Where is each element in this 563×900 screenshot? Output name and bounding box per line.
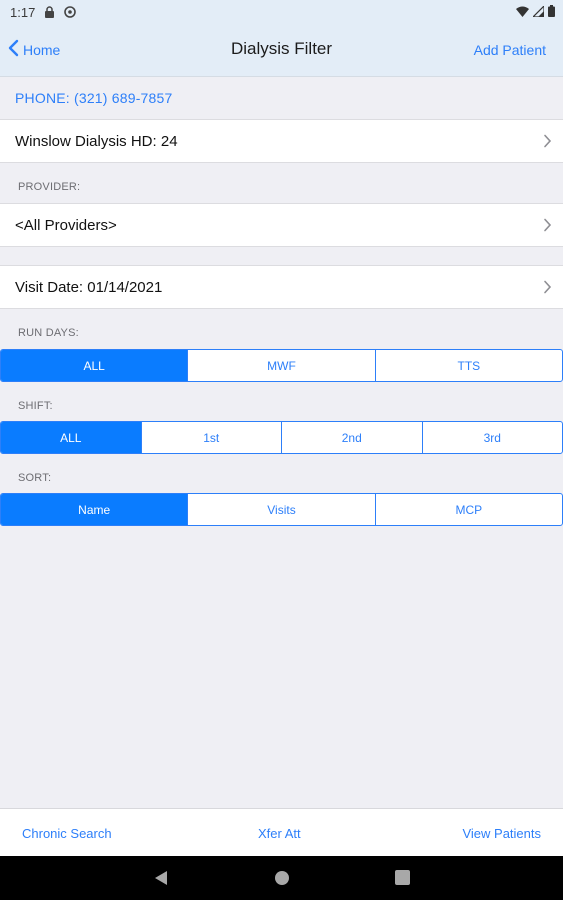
facility-row[interactable]: Winslow Dialysis HD: 24 (0, 119, 563, 163)
phone-number-link[interactable]: PHONE: (321) 689-7857 (15, 90, 173, 106)
shift-option-2nd[interactable]: 2nd (281, 422, 422, 453)
nav-bar: Home Dialysis Filter Add Patient (0, 26, 563, 77)
android-recents-icon[interactable] (395, 870, 410, 890)
sort-option-visits[interactable]: Visits (187, 494, 374, 525)
run-days-option-tts[interactable]: TTS (374, 350, 562, 381)
run-days-option-mwf[interactable]: MWF (187, 350, 374, 381)
xfer-att-button[interactable]: Xfer Att (258, 826, 301, 841)
android-home-icon[interactable] (274, 870, 290, 891)
shift-option-all[interactable]: ALL (1, 422, 141, 453)
run-days-section-label: RUN DAYS: (18, 327, 79, 339)
run-days-segmented-control: ALL MWF TTS (0, 349, 563, 382)
sort-section-label: SORT: (18, 472, 52, 484)
android-back-icon[interactable] (154, 870, 168, 891)
wifi-icon (516, 5, 529, 20)
chevron-right-icon (543, 280, 552, 299)
add-patient-button[interactable]: Add Patient (474, 42, 546, 58)
screen: 1:17 Home Dialysis Filter Add Patient PH… (0, 0, 563, 900)
facility-label: Winslow Dialysis HD: 24 (15, 133, 178, 150)
bottom-toolbar: Chronic Search Xfer Att View Patients (0, 808, 563, 856)
view-patients-button[interactable]: View Patients (462, 826, 541, 841)
shift-segmented-control: ALL 1st 2nd 3rd (0, 421, 563, 454)
android-navigation-bar (0, 856, 563, 900)
chronic-search-button[interactable]: Chronic Search (22, 826, 112, 841)
visit-date-row[interactable]: Visit Date: 01/14/2021 (0, 265, 563, 309)
chevron-right-icon (543, 134, 552, 153)
shift-section-label: SHIFT: (18, 400, 53, 412)
provider-section-label: PROVIDER: (18, 181, 81, 193)
status-time: 1:17 (10, 5, 36, 20)
visit-date-label: Visit Date: 01/14/2021 (15, 279, 163, 296)
sort-option-mcp[interactable]: MCP (374, 494, 562, 525)
provider-row[interactable]: <All Providers> (0, 203, 563, 247)
lock-icon (44, 6, 56, 18)
run-days-option-all[interactable]: ALL (1, 350, 188, 381)
signal-icon (531, 4, 545, 20)
shift-option-1st[interactable]: 1st (140, 422, 282, 453)
battery-icon (548, 5, 555, 20)
shift-option-3rd[interactable]: 3rd (421, 422, 563, 453)
status-bar: 1:17 (0, 0, 563, 26)
chevron-right-icon (543, 218, 552, 237)
sort-segmented-control: Name Visits MCP (0, 493, 563, 526)
sort-option-name[interactable]: Name (1, 494, 188, 525)
header: 1:17 Home Dialysis Filter Add Patient (0, 0, 563, 77)
provider-value: <All Providers> (15, 217, 117, 234)
sync-icon (64, 6, 76, 18)
